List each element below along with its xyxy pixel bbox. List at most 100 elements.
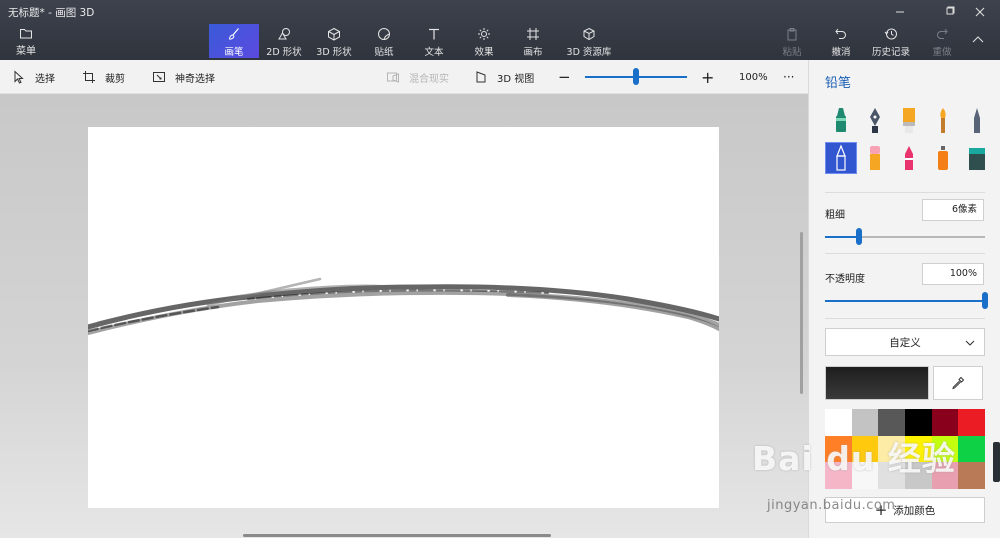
thickness-slider-thumb[interactable] [856,228,862,245]
close-icon [975,7,985,17]
color-swatch[interactable] [904,435,932,463]
add-color-label: 添加颜色 [893,504,936,517]
tool-text[interactable]: 文本 [409,24,459,58]
tool-3d-shapes[interactable]: 3D 形状 [309,24,359,58]
vertical-scrollbar[interactable] [800,232,803,394]
collapse-ribbon-button[interactable] [963,28,993,52]
color-swatch[interactable] [958,435,985,463]
color-mode-value: 自定义 [889,336,921,349]
color-swatch[interactable] [851,409,879,436]
magic-select-label: 神奇选择 [175,73,215,85]
tool-2d-shapes[interactable]: 2D 形状 [259,24,309,58]
undo-button[interactable]: 撤消 [816,24,866,58]
color-swatch[interactable] [825,409,852,436]
color-swatch[interactable] [931,435,959,463]
zoom-out-button[interactable]: − [558,60,571,94]
brush-eraser[interactable] [859,142,891,174]
brush-oil[interactable] [893,104,925,136]
cursor-icon [14,70,24,84]
color-swatch[interactable] [851,462,879,489]
history-icon [884,28,897,40]
color-mode-dropdown[interactable]: 自定义 [825,328,985,356]
zoom-level[interactable]: 100% [739,60,768,94]
pencil-strokes [88,277,719,335]
tool-canvas[interactable]: 画布 [508,24,558,58]
brush-pencil[interactable] [825,142,857,174]
3d-view-button[interactable]: 3D 视图 [474,60,534,94]
color-swatch[interactable] [878,409,905,436]
brush-marker[interactable] [825,104,857,136]
mixed-reality-button[interactable]: 混合现实 [386,60,449,94]
color-swatch[interactable] [904,409,932,436]
canvas-icon [527,28,539,40]
redo-button[interactable]: 重做 [917,24,967,58]
eyedropper-button[interactable] [933,366,983,400]
3d-shapes-icon [328,27,340,41]
crayon-icon [905,146,913,170]
watercolor-icon [940,108,946,133]
brush-pixel-pen[interactable] [961,104,993,136]
magic-select-button[interactable]: 神奇选择 [152,60,215,94]
eraser-icon [870,146,880,170]
color-swatch[interactable] [958,409,985,436]
color-swatch[interactable] [878,462,905,489]
color-swatch[interactable] [878,435,905,463]
tool-label: 文本 [424,47,444,58]
history-button[interactable]: 历史记录 [866,24,916,58]
fill-bucket-icon [969,148,985,170]
brush-fill-bucket[interactable] [961,142,993,174]
minimize-button[interactable] [880,0,920,24]
opacity-slider-thumb[interactable] [982,292,988,309]
history-label: 历史记录 [871,47,910,58]
zoom-in-button[interactable]: + [701,60,714,94]
chevron-up-icon [972,36,984,43]
top-bar: 无标题* - 画图 3D 菜单 画笔 2D 形状 3D 形状 贴纸 文本 效果 … [0,0,1000,60]
brush-calligraphy-pen[interactable] [859,104,891,136]
folder-icon [20,29,32,39]
more-options-button[interactable]: ··· [783,60,794,94]
thickness-input[interactable]: 6像素 [922,199,984,221]
add-color-button[interactable]: + 添加颜色 [825,497,985,523]
brush-spray-can[interactable] [927,142,959,174]
zoom-slider-thumb[interactable] [633,68,639,85]
horizontal-scrollbar[interactable] [243,534,551,537]
tool-label: 3D 形状 [316,47,352,58]
current-color-swatch[interactable] [825,366,929,400]
color-swatch[interactable] [931,462,959,489]
magic-select-icon [153,72,165,82]
brush-crayon[interactable] [893,142,925,174]
tool-label: 效果 [474,47,494,58]
tool-effects[interactable]: 效果 [459,24,509,58]
undo-label: 撤消 [831,47,851,58]
select-button[interactable]: 选择 [12,60,55,94]
select-label: 选择 [35,73,55,85]
minimize-icon [896,11,904,13]
opacity-input[interactable]: 100% [922,263,984,285]
color-swatch[interactable] [851,435,879,463]
crop-button[interactable]: 裁剪 [82,60,125,94]
pencil-icon [836,144,846,171]
tool-stickers[interactable]: 贴纸 [359,24,409,58]
color-swatch[interactable] [825,462,852,489]
redo-icon [937,28,948,39]
paste-label: 粘贴 [782,47,802,58]
color-swatch[interactable] [904,462,932,489]
close-button[interactable] [960,0,1000,24]
paste-button[interactable]: 粘贴 [767,24,817,58]
tool-label: 画布 [523,47,543,58]
menu-button[interactable]: 菜单 [6,26,46,58]
marker-icon [836,108,846,132]
thickness-label: 粗细 [825,210,845,221]
text-icon [429,28,439,40]
panel-title: 铅笔 [825,76,852,91]
color-swatch[interactable] [958,462,985,489]
color-swatch[interactable] [931,409,959,436]
chevron-down-icon [965,340,975,346]
secondary-toolbar: 选择 裁剪 神奇选择 混合现实 3D 视图 − + 100% ··· [0,60,808,94]
brush-watercolor[interactable] [927,104,959,136]
eyedropper-icon [952,376,965,390]
color-swatch[interactable] [825,435,852,463]
tool-3d-library[interactable]: 3D 资源库 [557,24,621,58]
drawing-canvas[interactable] [88,127,719,508]
tool-brushes[interactable]: 画笔 [209,24,259,58]
